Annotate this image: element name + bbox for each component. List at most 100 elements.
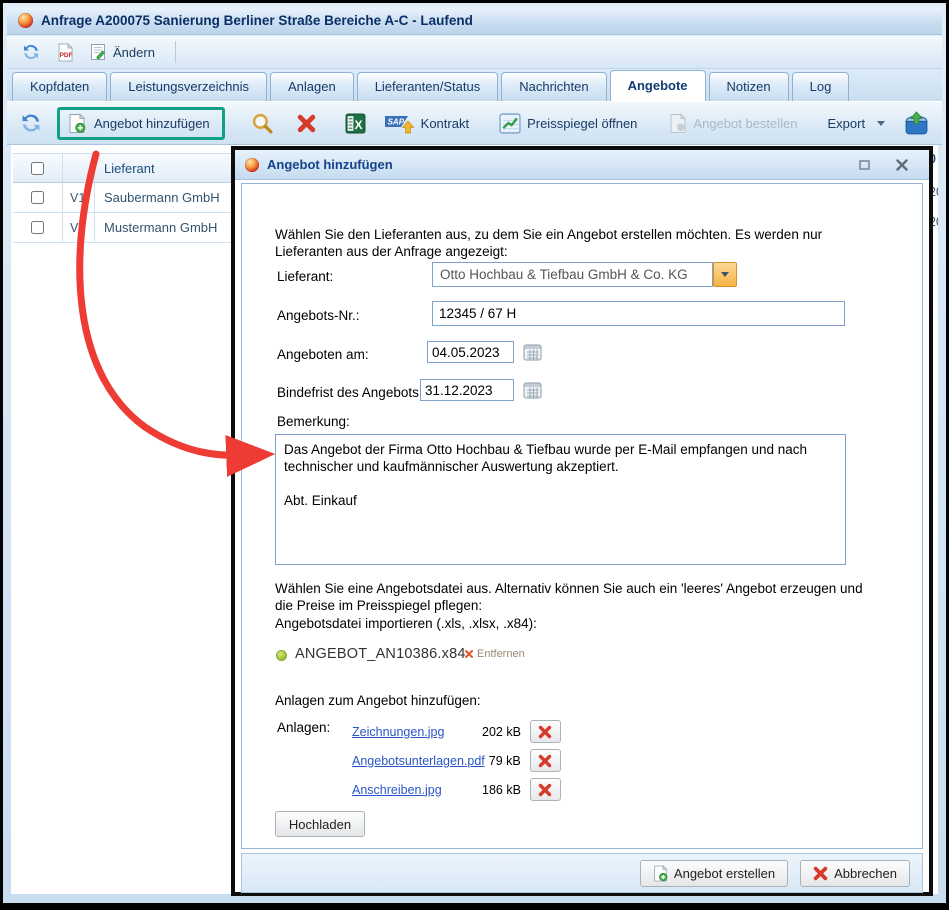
svg-text:X: X xyxy=(354,117,362,131)
refresh-button[interactable] xyxy=(21,42,41,62)
angebot-bestellen-button[interactable]: Angebot bestellen xyxy=(669,113,797,134)
angeboten-am-input[interactable] xyxy=(427,341,514,363)
bemerkung-label: Bemerkung: xyxy=(277,414,350,429)
abbrechen-button[interactable]: Abbrechen xyxy=(800,860,910,887)
delete-attachment-button[interactable] xyxy=(530,720,561,743)
dialog-title: Angebot hinzufügen xyxy=(267,157,393,172)
close-button[interactable] xyxy=(893,157,911,173)
dialog-intro-text: Wählen Sie den Lieferanten aus, zu dem S… xyxy=(275,226,857,260)
add-document-icon xyxy=(653,865,668,882)
tab-bar: Kopfdaten Leistungsverzeichnis Anlagen L… xyxy=(7,69,942,101)
delete-button[interactable] xyxy=(296,113,317,134)
angebot-erstellen-label: Angebot erstellen xyxy=(674,866,775,881)
tab-nachrichten[interactable]: Nachrichten xyxy=(501,72,606,101)
screenshot-frame: Anfrage A200075 Sanierung Berliner Straß… xyxy=(0,0,949,907)
delete-attachment-button[interactable] xyxy=(530,778,561,801)
dialog-footer: Angebot erstellen Abbrechen xyxy=(241,853,923,893)
lieferant-select-button[interactable] xyxy=(713,262,737,287)
attachment-link[interactable]: Angebotsunterlagen.pdf xyxy=(352,754,485,768)
aendern-button[interactable]: Ändern xyxy=(90,43,155,61)
angebot-hinzufuegen-button[interactable]: Angebot hinzufügen xyxy=(57,107,225,140)
angebot-bestellen-label: Angebot bestellen xyxy=(693,116,797,131)
aendern-label: Ändern xyxy=(113,45,155,60)
row-code: V1 xyxy=(63,213,95,242)
attachment-link[interactable]: Zeichnungen.jpg xyxy=(352,725,478,739)
angebot-hinzufuegen-dialog: Angebot hinzufügen Wählen Sie den Liefer… xyxy=(231,146,933,896)
dialog-icon xyxy=(245,158,259,172)
tab-leistungsverzeichnis[interactable]: Leistungsverzeichnis xyxy=(110,72,267,101)
row-checkbox[interactable] xyxy=(31,191,44,204)
tab-log[interactable]: Log xyxy=(792,72,850,101)
remove-file-link[interactable]: Entfernen xyxy=(465,648,525,660)
bindefrist-input[interactable] xyxy=(420,379,514,401)
export-label: Export xyxy=(828,116,866,131)
red-x-icon xyxy=(538,754,552,768)
main-toolbar: PDF Ändern xyxy=(7,36,942,69)
tab-lieferanten-status[interactable]: Lieferanten/Status xyxy=(357,72,499,101)
toolbar-separator xyxy=(175,41,176,63)
angeboten-am-calendar-button[interactable] xyxy=(522,341,543,362)
red-x-icon xyxy=(538,725,552,739)
attachment-row: Angebotsunterlagen.pdf 79 kB xyxy=(352,749,561,772)
chevron-down-icon xyxy=(721,272,729,277)
tab-kopfdaten[interactable]: Kopfdaten xyxy=(12,72,107,101)
angebots-nr-input[interactable] xyxy=(432,301,845,326)
titlebar: Anfrage A200075 Sanierung Berliner Straß… xyxy=(7,7,942,35)
row-checkbox[interactable] xyxy=(31,221,44,234)
basket-upload-icon xyxy=(903,111,930,136)
excel-icon: X xyxy=(345,113,366,134)
lieferant-select[interactable]: Otto Hochbau & Tiefbau GmbH & Co. KG xyxy=(432,262,713,287)
imported-file-name: ANGEBOT_AN10386.x84 xyxy=(295,646,466,662)
pdf-icon: PDF xyxy=(57,43,74,62)
search-button[interactable] xyxy=(251,112,274,135)
maximize-button[interactable] xyxy=(855,157,873,173)
attachment-row: Zeichnungen.jpg 202 kB xyxy=(352,720,561,743)
remove-file-label: Entfernen xyxy=(477,648,525,660)
kontrakt-label: Kontrakt xyxy=(421,116,469,131)
tab-anlagen[interactable]: Anlagen xyxy=(270,72,354,101)
delete-attachment-button[interactable] xyxy=(530,749,561,772)
chevron-down-icon xyxy=(877,121,885,126)
svg-text:PDF: PDF xyxy=(60,52,73,59)
import-label: Angebotsdatei importieren (.xls, .xlsx, … xyxy=(275,616,537,631)
attachment-link[interactable]: Anschreiben.jpg xyxy=(352,783,478,797)
bindefrist-label: Bindefrist des Angebots: xyxy=(277,385,423,400)
hochladen-button[interactable]: Hochladen xyxy=(275,811,365,837)
bindefrist-calendar-button[interactable] xyxy=(522,379,543,400)
app-icon xyxy=(18,13,33,28)
angebot-hinzufuegen-label: Angebot hinzufügen xyxy=(94,116,210,131)
attachment-size: 202 kB xyxy=(482,725,521,739)
app-window: Anfrage A200075 Sanierung Berliner Straß… xyxy=(3,3,946,903)
angebots-nr-label: Angebots-Nr.: xyxy=(277,308,360,323)
abbrechen-label: Abbrechen xyxy=(834,866,897,881)
lieferant-label: Lieferant: xyxy=(277,269,333,284)
anlagen-label: Anlagen: xyxy=(277,720,330,735)
calendar-icon xyxy=(523,343,542,361)
pdf-export-button[interactable]: PDF xyxy=(57,43,74,62)
tab-angebote[interactable]: Angebote xyxy=(610,70,706,101)
attachment-row: Anschreiben.jpg 186 kB xyxy=(352,778,561,801)
calendar-icon xyxy=(523,381,542,399)
attachments-heading: Anlagen zum Angebot hinzufügen: xyxy=(275,693,481,708)
attachment-size: 79 kB xyxy=(489,754,521,768)
tab-notizen[interactable]: Notizen xyxy=(709,72,789,101)
refresh-offers-button[interactable] xyxy=(19,111,43,135)
red-x-icon xyxy=(813,866,828,881)
window-title: Anfrage A200075 Sanierung Berliner Straß… xyxy=(41,13,473,28)
refresh-icon xyxy=(21,42,41,62)
kontrakt-button[interactable]: SAP Kontrakt xyxy=(384,112,469,134)
excel-export-button[interactable]: X xyxy=(345,113,366,134)
bemerkung-textarea[interactable]: Das Angebot der Firma Otto Hochbau & Tie… xyxy=(275,434,846,565)
row-code: V1 xyxy=(63,183,95,212)
basket-upload-button[interactable] xyxy=(903,111,930,136)
add-document-icon xyxy=(68,113,86,134)
maximize-icon xyxy=(859,160,870,170)
select-all-checkbox[interactable] xyxy=(31,162,44,175)
preisspiegel-button[interactable]: Preisspiegel öffnen xyxy=(499,113,637,134)
angebot-erstellen-button[interactable]: Angebot erstellen xyxy=(640,860,788,887)
preisspiegel-label: Preisspiegel öffnen xyxy=(527,116,637,131)
small-x-icon xyxy=(465,650,473,658)
magnifier-icon xyxy=(251,112,274,135)
dialog-titlebar: Angebot hinzufügen xyxy=(235,150,929,180)
export-dropdown[interactable]: Export xyxy=(828,116,886,131)
